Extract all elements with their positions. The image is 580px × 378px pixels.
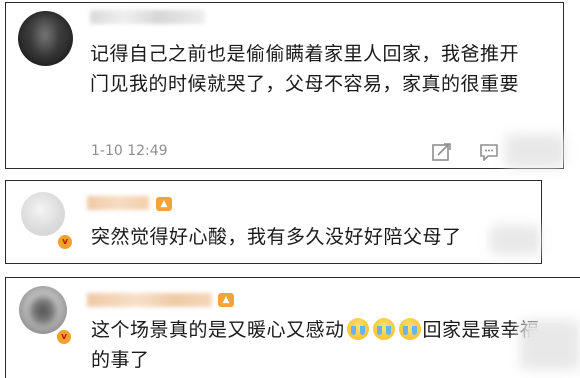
crying-face-emoji-icon (372, 318, 395, 340)
rank-badge-icon: ▲ (218, 293, 234, 307)
comment-text: 记得自己之前也是偷偷瞒着家里人回家，我爸推开门见我的时候就哭了，父母不容易，家真… (90, 43, 520, 95)
comment-timestamp: 1-10 12:49 (91, 143, 168, 159)
verified-badge-icon: v (56, 329, 72, 345)
comment-text-part: 这个场景真的是又暖心又感动 (91, 319, 345, 341)
blurred-region (505, 134, 565, 168)
avatar[interactable] (18, 11, 73, 66)
share-icon[interactable] (432, 143, 452, 161)
crying-face-emoji-icon (398, 318, 421, 340)
rank-badge-icon: ▲ (156, 197, 172, 211)
comment-icon[interactable] (479, 143, 499, 161)
comment-text: 这个场景真的是又暖心又感动 回家是最幸福的事了 (91, 315, 556, 375)
username-blurred[interactable] (87, 293, 212, 307)
blurred-region (520, 320, 580, 370)
username-blurred[interactable] (90, 10, 205, 24)
comment-text: 突然觉得好心酸，我有多久没好好陪父母了 (91, 226, 462, 248)
verified-badge-icon: v (57, 234, 73, 250)
avatar[interactable] (21, 192, 65, 236)
crying-face-emoji-icon (346, 318, 369, 340)
username-blurred[interactable] (87, 196, 149, 210)
avatar[interactable] (19, 286, 67, 334)
blurred-region (490, 225, 540, 255)
